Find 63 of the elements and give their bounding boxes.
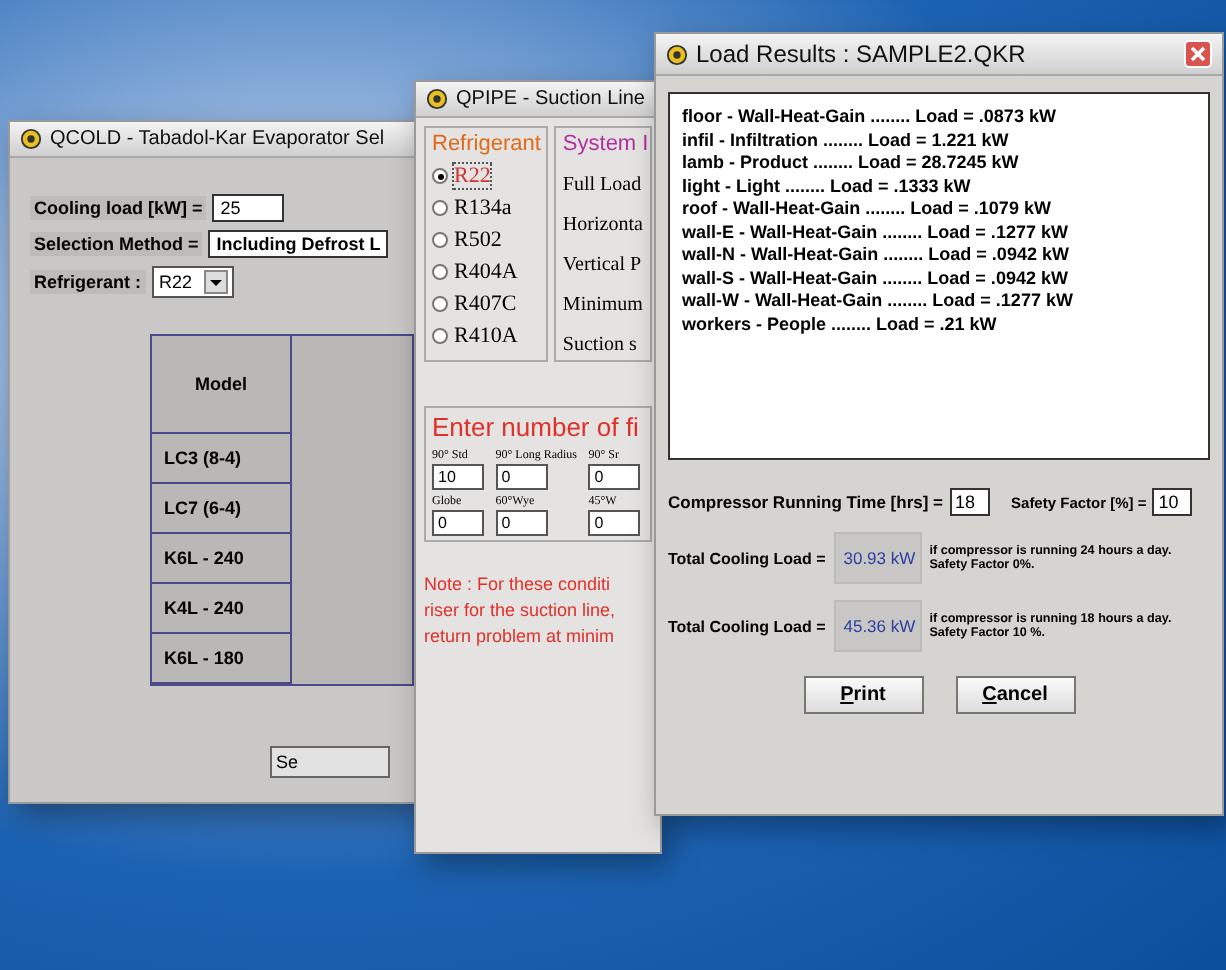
app-icon <box>426 88 448 110</box>
select-button[interactable]: Se <box>270 746 390 778</box>
fitting-count-field[interactable]: 0 <box>495 464 548 490</box>
column-header: Model <box>152 336 292 434</box>
result-line: lamb - Product ........ Load = 28.7245 kW <box>682 152 1021 175</box>
window-title: QCOLD - Tabadol-Kar Evaporator Sel <box>50 128 385 150</box>
note-text: Note : For these conditi <box>424 574 613 594</box>
fitting-count-field[interactable]: 0 <box>432 510 484 536</box>
running-time-field[interactable]: 18 <box>949 488 990 516</box>
close-icon[interactable] <box>1184 40 1212 68</box>
system-label: Minimum <box>562 294 644 316</box>
cooling-load-field[interactable]: 25 <box>212 194 285 222</box>
result-line: floor - Wall-Heat-Gain ........ Load = .0873 kW <box>682 106 1058 129</box>
fitting-count-field[interactable]: 0 <box>588 510 641 536</box>
refrigerant-dropdown[interactable]: R22 <box>151 266 235 298</box>
result-line: infil - Infiltration ........ Load = 1.221 kW <box>682 129 1011 152</box>
group-label: Refrigerant <box>432 132 541 156</box>
caret-icon <box>204 270 229 294</box>
result-line: wall-S - Wall-Heat-Gain ........ Load = .0942 kW <box>682 267 1070 290</box>
table-cell: LC7 (6-4) <box>152 484 292 534</box>
table-cell: K4L - 240 <box>152 584 292 634</box>
note-text: return problem at minim <box>424 626 617 646</box>
refrigerant-radio[interactable]: R134a <box>432 196 541 220</box>
result-line: roof - Wall-Heat-Gain ........ Load = .1079 kW <box>682 198 1053 221</box>
system-label: Vertical P <box>562 254 644 276</box>
app-icon <box>666 43 688 65</box>
group-label: System I <box>562 132 644 156</box>
system-label: Horizonta <box>562 214 644 236</box>
result-line: wall-N - Wall-Heat-Gain ........ Load = .0942 kW <box>682 244 1071 267</box>
result-line: workers - People ........ Load = .21 kW <box>682 313 999 336</box>
result-line: light - Light ........ Load = .1333 kW <box>682 175 973 198</box>
total-label: Total Cooling Load = <box>668 617 826 635</box>
window-title: QPIPE - Suction Line <box>456 88 645 110</box>
result-line: wall-E - Wall-Heat-Gain ........ Load = .1277 kW <box>682 221 1070 244</box>
field-label: Selection Method = <box>30 232 203 256</box>
refrigerant-radio[interactable]: R502 <box>432 228 541 252</box>
table-cell: K6L - 240 <box>152 534 292 584</box>
dialog-button[interactable]: Cancel <box>955 676 1075 714</box>
dialog-button[interactable]: Print <box>803 676 923 714</box>
note-text: riser for the suction line, <box>424 600 618 620</box>
table-cell: LC3 (8-4) <box>152 434 292 484</box>
safety-factor-field[interactable]: 10 <box>1152 488 1193 516</box>
window-title: Load Results : SAMPLE2.QKR <box>696 40 1026 68</box>
table-cell: K6L - 180 <box>152 634 292 684</box>
fitting-count-field[interactable]: 0 <box>588 464 641 490</box>
field-label: Cooling load [kW] = <box>30 196 207 220</box>
refrigerant-radio[interactable]: R404A <box>432 260 541 284</box>
total-value-field: 45.36 kW <box>833 600 922 652</box>
result-line: wall-W - Wall-Heat-Gain ........ Load = .1277 kW <box>682 290 1075 313</box>
fitting-count-field[interactable]: 10 <box>432 464 484 490</box>
fitting-count-field[interactable]: 0 <box>495 510 548 536</box>
total-value-field: 30.93 kW <box>833 532 922 584</box>
group-label: Enter number of fi <box>432 412 641 442</box>
refrigerant-radio[interactable]: R407C <box>432 292 541 316</box>
selection-method-field[interactable]: Including Defrost L <box>208 230 389 258</box>
field-label: Refrigerant : <box>30 270 146 294</box>
field-label: Compressor Running Time [hrs] = <box>668 492 944 512</box>
refrigerant-radio[interactable]: R410A <box>432 324 541 348</box>
total-label: Total Cooling Load = <box>668 549 826 567</box>
system-label: Full Load <box>562 174 644 196</box>
refrigerant-radio[interactable]: R22 <box>432 164 541 188</box>
system-label: Suction s <box>562 334 639 356</box>
app-icon <box>20 128 42 150</box>
